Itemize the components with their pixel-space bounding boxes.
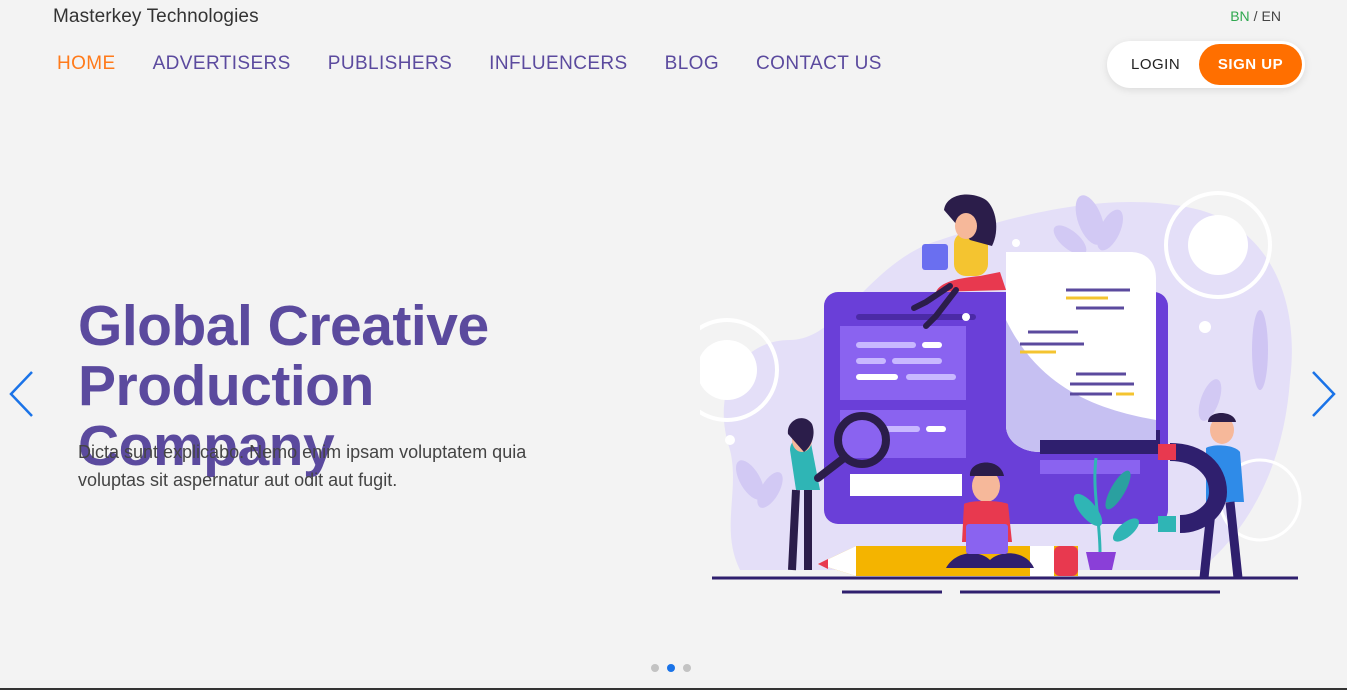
carousel-dots — [651, 664, 691, 672]
hero-subtitle: Dicta sunt explicabo. Nemo enim ipsam vo… — [78, 442, 527, 490]
lang-en-link[interactable]: EN — [1262, 8, 1281, 24]
nav-contact-us[interactable]: CONTACT US — [756, 52, 882, 76]
nav-publishers[interactable]: PUBLISHERS — [328, 52, 452, 76]
signup-button[interactable]: SIGN UP — [1199, 44, 1302, 85]
main-nav: HOME ADVERTISERS PUBLISHERS INFLUENCERS … — [57, 52, 919, 76]
nav-blog[interactable]: BLOG — [665, 52, 719, 76]
language-switcher: BN / EN — [1230, 8, 1281, 24]
lang-separator: / — [1253, 8, 1258, 24]
nav-home[interactable]: HOME — [57, 52, 116, 76]
carousel-prev-button[interactable] — [8, 370, 36, 418]
login-button[interactable]: LOGIN — [1131, 56, 1180, 73]
chevron-left-icon — [9, 371, 33, 417]
chevron-right-icon — [1312, 371, 1336, 417]
auth-pill: LOGIN SIGN UP — [1107, 41, 1305, 88]
brand-name[interactable]: Masterkey Technologies — [53, 6, 259, 28]
nav-advertisers[interactable]: ADVERTISERS — [153, 52, 291, 76]
hero-title-line1: Global Creative — [78, 294, 489, 358]
carousel-dot-2[interactable] — [667, 664, 675, 672]
lang-bn-link[interactable]: BN — [1230, 8, 1249, 24]
carousel-dot-1[interactable] — [651, 664, 659, 672]
carousel-next-button[interactable] — [1309, 370, 1337, 418]
carousel-dot-3[interactable] — [683, 664, 691, 672]
hero-illustration — [700, 191, 1302, 594]
nav-influencers[interactable]: INFLUENCERS — [489, 52, 627, 76]
